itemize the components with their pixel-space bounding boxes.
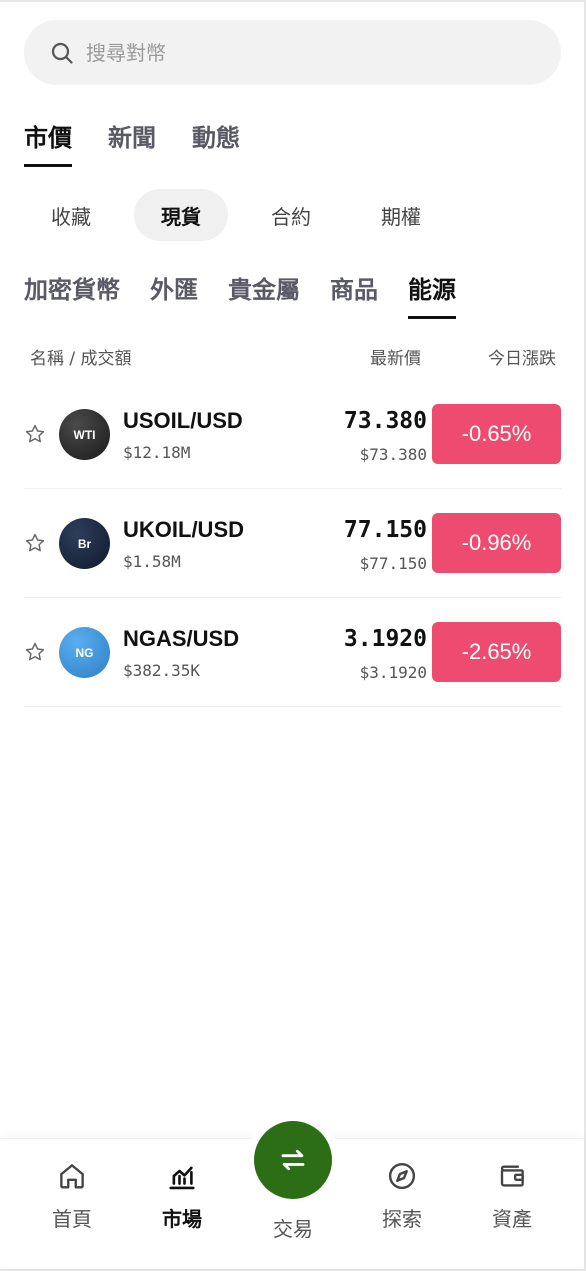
asset-logo: Br xyxy=(59,518,110,569)
market-list: WTI USOIL/USD $12.18M 73.380 $73.380 -0.… xyxy=(24,380,561,707)
segment-futures[interactable]: 合約 xyxy=(244,189,338,241)
market-row[interactable]: WTI USOIL/USD $12.18M 73.380 $73.380 -0.… xyxy=(24,380,561,489)
tab-news[interactable]: 新聞 xyxy=(108,118,156,166)
search-icon xyxy=(51,42,73,64)
nav-explore-label: 探索 xyxy=(382,1207,422,1231)
market-chart-icon xyxy=(169,1166,195,1190)
market-type-segments: 收藏 現貨 合約 期權 xyxy=(24,189,464,241)
market-row[interactable]: NG NGAS/USD $382.35K 3.1920 $3.1920 -2.6… xyxy=(24,598,561,707)
volume-label: $12.18M xyxy=(123,443,191,462)
category-forex[interactable]: 外匯 xyxy=(150,270,198,320)
segment-options[interactable]: 期權 xyxy=(354,189,448,241)
nav-market-label: 市場 xyxy=(162,1207,202,1231)
nav-home[interactable]: 首頁 xyxy=(22,1139,122,1249)
change-badge[interactable]: -0.96% xyxy=(432,513,561,573)
symbol-label: USOIL/USD xyxy=(123,408,243,433)
nav-assets-label: 資產 xyxy=(492,1207,532,1231)
change-badge[interactable]: -2.65% xyxy=(432,622,561,682)
nav-trade-label: 交易 xyxy=(273,1217,313,1241)
nav-assets[interactable]: 資產 xyxy=(462,1139,562,1249)
symbol-label: UKOIL/USD xyxy=(123,517,244,542)
nav-home-label: 首頁 xyxy=(52,1207,92,1231)
search-bar[interactable] xyxy=(24,20,561,85)
compass-icon xyxy=(388,1162,416,1190)
category-energy[interactable]: 能源 xyxy=(408,270,456,320)
category-commodities[interactable]: 商品 xyxy=(330,270,378,320)
header-last-price[interactable]: 最新價 xyxy=(370,344,421,369)
last-price: 77.150 xyxy=(343,517,427,543)
price-usd: $73.380 xyxy=(359,445,427,464)
category-tabs: 加密貨幣 外匯 貴金屬 商品 能源 xyxy=(24,270,486,320)
volume-label: $382.35K xyxy=(123,661,201,680)
star-icon[interactable] xyxy=(24,423,46,445)
star-icon[interactable] xyxy=(24,532,46,554)
market-row[interactable]: Br UKOIL/USD $1.58M 77.150 $77.150 -0.96… xyxy=(24,489,561,598)
category-precious-metals[interactable]: 貴金屬 xyxy=(228,270,300,320)
price-usd: $3.1920 xyxy=(359,663,427,682)
search-input[interactable] xyxy=(86,40,506,65)
symbol-label: NGAS/USD xyxy=(123,626,240,651)
header-daily-change[interactable]: 今日漲跌 xyxy=(488,344,556,369)
main-tabs: 市價 新聞 動態 xyxy=(24,118,276,167)
bottom-nav: 首頁 市場 交易 探索 資產 xyxy=(0,1114,584,1269)
star-icon[interactable] xyxy=(24,641,46,663)
price-usd: $77.150 xyxy=(359,554,427,573)
segment-favorites[interactable]: 收藏 xyxy=(24,189,118,241)
wallet-icon xyxy=(500,1165,524,1187)
segment-spot[interactable]: 現貨 xyxy=(134,189,228,241)
home-icon xyxy=(60,1164,84,1189)
asset-logo: NG xyxy=(59,627,110,678)
tab-feed[interactable]: 動態 xyxy=(192,118,240,166)
change-badge[interactable]: -0.65% xyxy=(432,404,561,464)
nav-market[interactable]: 市場 xyxy=(132,1139,232,1249)
category-crypto[interactable]: 加密貨幣 xyxy=(24,270,120,320)
tab-market-price[interactable]: 市價 xyxy=(24,118,72,167)
asset-logo: WTI xyxy=(59,409,110,460)
column-headers: 名稱 / 成交額 最新價 今日漲跌 xyxy=(30,344,556,369)
header-name-volume[interactable]: 名稱 / 成交額 xyxy=(30,344,132,369)
last-price: 3.1920 xyxy=(343,626,427,652)
volume-label: $1.58M xyxy=(123,552,181,571)
nav-explore[interactable]: 探索 xyxy=(352,1139,452,1249)
last-price: 73.380 xyxy=(343,408,427,434)
nav-trade[interactable]: 交易 xyxy=(243,1139,343,1249)
